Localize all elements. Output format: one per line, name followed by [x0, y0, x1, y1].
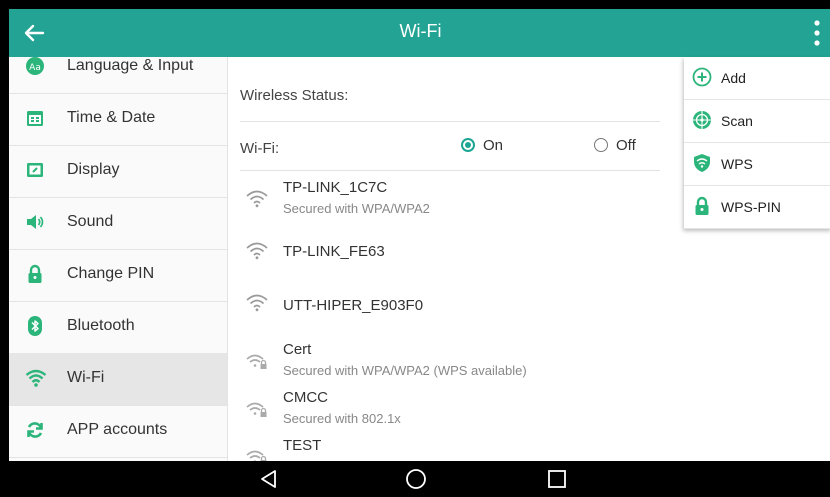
wifi-off-radio[interactable]: Off — [594, 133, 654, 157]
wifi-locked-icon — [244, 349, 270, 371]
wifi-icon — [25, 368, 47, 388]
sidebar-item-label: Language & Input — [67, 57, 194, 74]
sidebar-item-language[interactable]: Aa Language & Input — [9, 57, 227, 94]
radio-on-label: On — [483, 137, 504, 154]
wifi-signal-icon — [244, 239, 270, 261]
sidebar-item-label: Change PIN — [67, 265, 155, 282]
menu-item-label: WPS-PIN — [721, 199, 781, 215]
menu-item-add[interactable]: Add — [684, 57, 830, 100]
wifi-locked-icon — [244, 445, 270, 461]
display-icon — [25, 160, 45, 180]
app-bar: Wi-Fi — [9, 9, 830, 57]
shield-icon — [692, 153, 712, 173]
menu-item-scan[interactable]: Scan — [684, 100, 830, 143]
network-item[interactable]: CMCC Secured with 802.1x — [240, 387, 800, 437]
network-ssid: TP-LINK_FE63 — [283, 243, 385, 260]
wifi-signal-icon — [244, 291, 270, 313]
menu-item-label: Add — [721, 70, 746, 86]
lock-icon — [692, 196, 712, 216]
sync-icon — [25, 420, 45, 440]
menu-item-wps[interactable]: WPS — [684, 143, 830, 186]
radio-off-label: Off — [616, 137, 636, 154]
sidebar-item-display[interactable]: Display — [9, 145, 227, 198]
network-security: Secured with 802.1x — [283, 411, 401, 426]
wireless-status-label: Wireless Status: — [240, 87, 349, 104]
sidebar-item-label: Wi-Fi — [67, 369, 105, 386]
wifi-signal-icon — [244, 187, 270, 209]
sidebar-item-bluetooth[interactable]: Bluetooth — [9, 301, 227, 354]
network-item[interactable]: TEST — [240, 435, 800, 461]
wifi-on-radio[interactable]: On — [461, 133, 521, 157]
language-icon: Aa — [25, 57, 45, 76]
recents-square-icon[interactable] — [544, 467, 570, 491]
sidebar-item-label: Sound — [67, 213, 114, 230]
settings-sidebar: Aa Language & Input Time & Date Display — [9, 57, 228, 461]
sidebar-item-label: Display — [67, 161, 120, 178]
sidebar-item-label: APP accounts — [67, 421, 168, 438]
network-ssid: Cert — [283, 341, 312, 358]
lock-icon — [25, 264, 45, 284]
wifi-label: Wi-Fi: — [240, 140, 280, 157]
home-circle-icon[interactable] — [403, 467, 429, 491]
wifi-locked-icon — [244, 397, 270, 419]
sidebar-item-label: Bluetooth — [67, 317, 135, 334]
network-item[interactable]: Cert Secured with WPA/WPA2 (WPS availabl… — [240, 339, 800, 389]
network-security: Secured with WPA/WPA2 — [283, 201, 430, 216]
back-triangle-icon[interactable] — [256, 467, 282, 491]
device-frame: Wi-Fi Aa Language & Input Time & Date Di… — [0, 0, 830, 497]
sidebar-item-change-pin[interactable]: Change PIN — [9, 249, 227, 302]
page-title: Wi-Fi — [399, 21, 442, 41]
sidebar-item-time-date[interactable]: Time & Date — [9, 93, 227, 146]
network-ssid: TEST — [283, 437, 322, 454]
network-item[interactable]: TP-LINK_FE63 — [240, 235, 800, 285]
menu-item-wps-pin[interactable]: WPS-PIN — [684, 186, 830, 229]
divider — [240, 170, 660, 171]
radio-off-indicator — [594, 138, 608, 152]
divider — [240, 121, 660, 122]
calendar-icon — [25, 108, 45, 128]
sidebar-item-label: Time & Date — [67, 109, 156, 126]
menu-item-label: Scan — [721, 113, 753, 129]
radio-on-indicator — [461, 138, 475, 152]
speaker-icon — [25, 212, 45, 232]
sidebar-item-sound[interactable]: Sound — [9, 197, 227, 250]
screen: Wi-Fi Aa Language & Input Time & Date Di… — [9, 9, 830, 461]
network-item[interactable]: UTT-HIPER_E903F0 — [240, 287, 800, 337]
network-ssid: CMCC — [283, 389, 328, 406]
system-nav-bar — [0, 461, 830, 497]
svg-text:Aa: Aa — [29, 63, 41, 73]
add-circle-icon — [692, 67, 712, 87]
sidebar-item-wifi[interactable]: Wi-Fi — [9, 353, 227, 406]
network-ssid: TP-LINK_1C7C — [283, 179, 388, 196]
network-security: Secured with WPA/WPA2 (WPS available) — [283, 363, 527, 378]
bluetooth-icon — [25, 316, 45, 336]
more-vert-icon[interactable] — [810, 18, 824, 48]
sidebar-item-app-accounts[interactable]: APP accounts — [9, 405, 227, 458]
menu-item-label: WPS — [721, 156, 753, 172]
scan-icon — [692, 110, 712, 130]
overflow-menu: Add Scan WPS WPS-PIN — [684, 57, 830, 229]
network-ssid: UTT-HIPER_E903F0 — [283, 297, 424, 314]
